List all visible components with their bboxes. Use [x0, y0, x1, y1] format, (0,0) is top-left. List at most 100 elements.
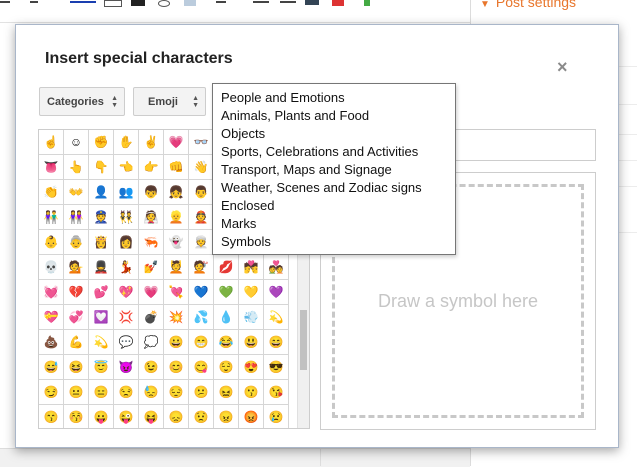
emoji-cell[interactable]: 😁	[189, 330, 214, 355]
script-select[interactable]: Emoji ▲ ▼	[133, 87, 206, 116]
emoji-cell[interactable]: 💅	[139, 255, 164, 280]
scrollbar-thumb[interactable]	[300, 310, 307, 370]
emoji-cell[interactable]: 😈	[114, 355, 139, 380]
emoji-cell[interactable]: 😠	[214, 405, 239, 428]
emoji-cell[interactable]: 💀	[39, 255, 64, 280]
emoji-cell[interactable]: 👭	[64, 205, 89, 230]
emoji-cell[interactable]: 😎	[264, 355, 289, 380]
emoji-cell[interactable]: 😊	[164, 355, 189, 380]
emoji-cell[interactable]: 🦐	[139, 230, 164, 255]
emoji-cell[interactable]: 👆	[64, 155, 89, 180]
emoji-cell[interactable]: 💝	[39, 305, 64, 330]
emoji-cell[interactable]: 😡	[239, 405, 264, 428]
emoji-cell[interactable]: ✋	[114, 130, 139, 155]
emoji-cell[interactable]: 💔	[64, 280, 89, 305]
emoji-cell[interactable]: 👩	[114, 230, 139, 255]
dropdown-option-people-and-emotions[interactable]: People and Emotions	[213, 89, 455, 107]
emoji-cell[interactable]: 👱	[164, 205, 189, 230]
emoji-cell[interactable]: 💪	[64, 330, 89, 355]
emoji-cell[interactable]: 💙	[189, 280, 214, 305]
emoji-cell[interactable]: 👓	[189, 130, 214, 155]
emoji-cell[interactable]: 💏	[239, 255, 264, 280]
emoji-cell[interactable]: 😀	[164, 330, 189, 355]
emoji-cell[interactable]: 😉	[139, 355, 164, 380]
dropdown-option-animals-plants-food[interactable]: Animals, Plants and Food	[213, 107, 455, 125]
emoji-cell[interactable]: 😕	[189, 380, 214, 405]
emoji-cell[interactable]: 😅	[39, 355, 64, 380]
emoji-cell[interactable]: 😏	[39, 380, 64, 405]
emoji-cell[interactable]: 👅	[39, 155, 64, 180]
dropdown-option-enclosed[interactable]: Enclosed	[213, 197, 455, 215]
emoji-cell[interactable]: 👧	[164, 180, 189, 205]
emoji-cell[interactable]: 💣	[139, 305, 164, 330]
emoji-cell[interactable]: 💚	[214, 280, 239, 305]
category-select[interactable]: Categories ▲ ▼	[39, 87, 125, 116]
emoji-cell[interactable]: 😒	[114, 380, 139, 405]
emoji-cell[interactable]: 😛	[89, 405, 114, 428]
post-settings-link[interactable]: ▼ Post settings	[480, 0, 576, 10]
emoji-cell[interactable]: 💬	[114, 330, 139, 355]
dropdown-option-symbols[interactable]: Symbols	[213, 233, 455, 251]
emoji-cell[interactable]: ✌	[139, 130, 164, 155]
emoji-cell[interactable]: 💛	[239, 280, 264, 305]
emoji-cell[interactable]: 💓	[39, 280, 64, 305]
emoji-cell[interactable]: 💢	[114, 305, 139, 330]
emoji-cell[interactable]: 👦	[139, 180, 164, 205]
emoji-cell[interactable]: 😖	[214, 380, 239, 405]
emoji-cell[interactable]: 👉	[139, 155, 164, 180]
emoji-cell[interactable]: 💩	[39, 330, 64, 355]
emoji-cell[interactable]: 😓	[139, 380, 164, 405]
emoji-cell[interactable]: 😆	[64, 355, 89, 380]
emoji-cell[interactable]: 😂	[214, 330, 239, 355]
emoji-cell[interactable]: 😍	[239, 355, 264, 380]
emoji-cell[interactable]: 👯	[114, 205, 139, 230]
dropdown-option-transport-maps[interactable]: Transport, Maps and Signage	[213, 161, 455, 179]
emoji-cell[interactable]: 👫	[39, 205, 64, 230]
emoji-cell[interactable]: 😃	[239, 330, 264, 355]
emoji-cell[interactable]: 😌	[214, 355, 239, 380]
emoji-cell[interactable]: ☝	[39, 130, 64, 155]
dropdown-option-sports-celebrations[interactable]: Sports, Celebrations and Activities	[213, 143, 455, 161]
emoji-cell[interactable]: 👏	[39, 180, 64, 205]
dropdown-option-objects[interactable]: Objects	[213, 125, 455, 143]
emoji-cell[interactable]: 👲	[189, 205, 214, 230]
emoji-cell[interactable]: 👰	[139, 205, 164, 230]
emoji-cell[interactable]: 👨	[189, 180, 214, 205]
emoji-cell[interactable]: 💖	[114, 280, 139, 305]
emoji-cell[interactable]: 😐	[64, 380, 89, 405]
emoji-cell[interactable]: 😙	[39, 405, 64, 428]
emoji-cell[interactable]: 💗	[139, 280, 164, 305]
emoji-cell[interactable]: 👵	[64, 230, 89, 255]
emoji-cell[interactable]: 👋	[189, 155, 214, 180]
dropdown-option-weather-scenes[interactable]: Weather, Scenes and Zodiac signs	[213, 179, 455, 197]
emoji-cell[interactable]: 💘	[164, 280, 189, 305]
emoji-cell[interactable]: 😘	[264, 380, 289, 405]
emoji-cell[interactable]: 😋	[189, 355, 214, 380]
emoji-cell[interactable]: 😔	[164, 380, 189, 405]
emoji-cell[interactable]: 😚	[64, 405, 89, 428]
emoji-cell[interactable]: 💑	[264, 255, 289, 280]
emoji-cell[interactable]: 👸	[89, 230, 114, 255]
emoji-cell[interactable]: 👶	[39, 230, 64, 255]
emoji-cell[interactable]: ☺	[64, 130, 89, 155]
emoji-cell[interactable]: 👮	[89, 205, 114, 230]
emoji-cell[interactable]: 💇	[189, 255, 214, 280]
emoji-cell[interactable]: 😑	[89, 380, 114, 405]
emoji-cell[interactable]: ✊	[89, 130, 114, 155]
emoji-cell[interactable]: 💂	[89, 255, 114, 280]
dropdown-option-marks[interactable]: Marks	[213, 215, 455, 233]
emoji-cell[interactable]: 👇	[89, 155, 114, 180]
emoji-cell[interactable]: 💫	[89, 330, 114, 355]
emoji-cell[interactable]: 💁	[64, 255, 89, 280]
emoji-cell[interactable]: 💃	[114, 255, 139, 280]
emoji-cell[interactable]: 👻	[164, 230, 189, 255]
emoji-cell[interactable]: 😟	[189, 405, 214, 428]
emoji-cell[interactable]: 💨	[239, 305, 264, 330]
emoji-cell[interactable]: 👐	[64, 180, 89, 205]
emoji-cell[interactable]: 💭	[139, 330, 164, 355]
emoji-cell[interactable]: 👤	[89, 180, 114, 205]
emoji-cell[interactable]: 😝	[139, 405, 164, 428]
emoji-cell[interactable]: 💆	[164, 255, 189, 280]
emoji-cell[interactable]: 💥	[164, 305, 189, 330]
emoji-cell[interactable]: 💦	[189, 305, 214, 330]
